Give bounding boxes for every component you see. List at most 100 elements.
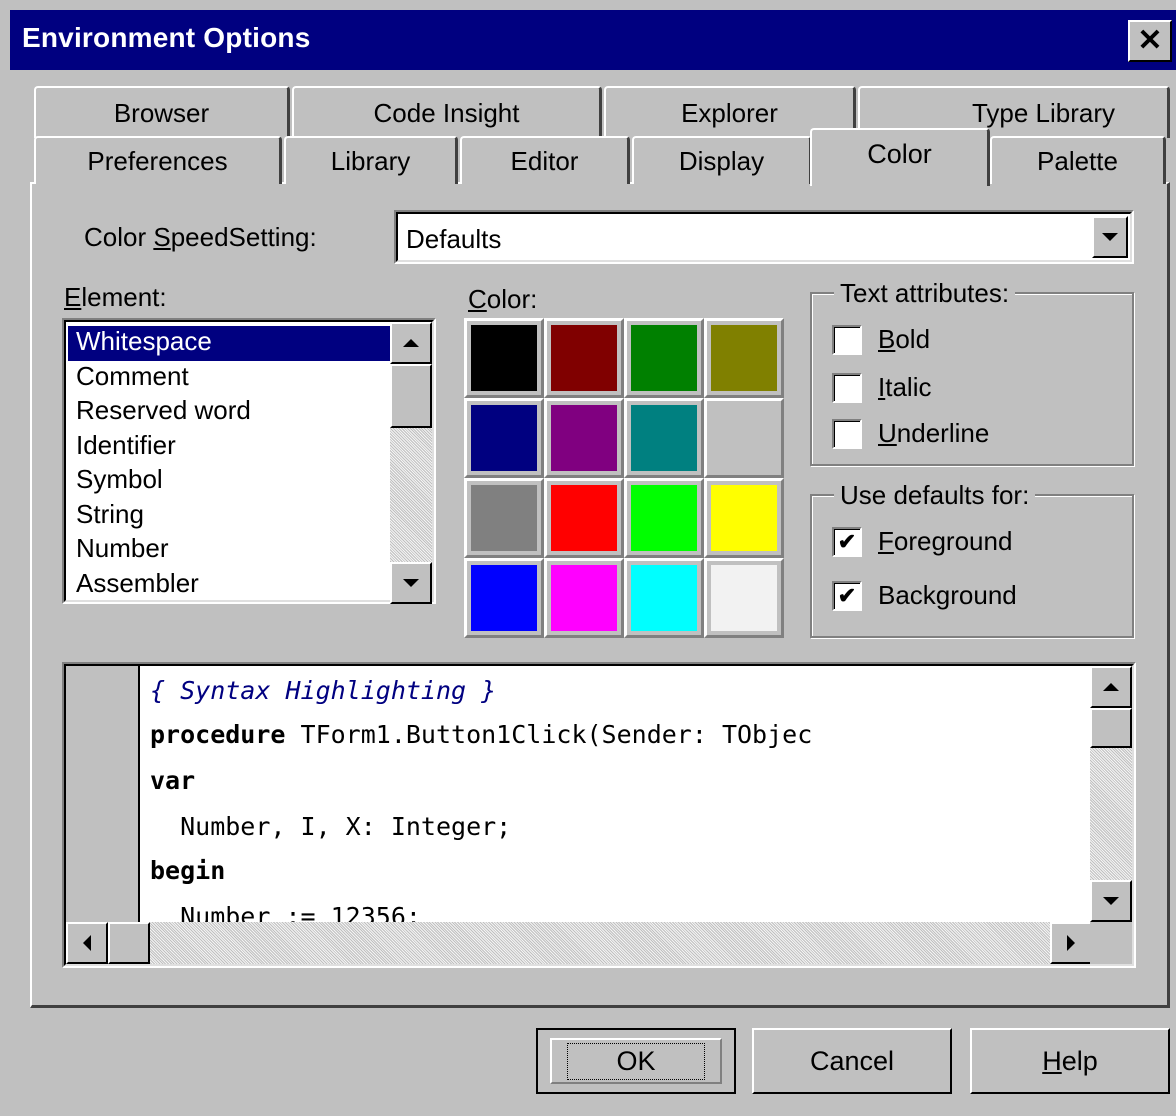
foreground-checkbox[interactable]: ✔ Foreground [832, 526, 1012, 557]
color-swatch[interactable] [624, 478, 704, 558]
speed-setting-value: Defaults [406, 224, 502, 254]
color-swatch[interactable] [704, 398, 784, 478]
background-checkbox[interactable]: ✔ Background [832, 580, 1017, 611]
element-listbox[interactable]: Whitespace Comment Reserved word Identif… [62, 318, 436, 604]
checkbox-box[interactable] [832, 418, 862, 449]
tab-palette[interactable]: Palette [990, 136, 1166, 184]
scroll-thumb[interactable] [1090, 708, 1132, 748]
checkbox-box[interactable] [832, 372, 862, 403]
arrow-right-icon [1067, 935, 1075, 951]
scroll-thumb[interactable] [108, 922, 150, 964]
tab-browser[interactable]: Browser [34, 86, 290, 138]
close-button[interactable]: ✕ [1128, 20, 1172, 62]
arrow-down-icon [403, 579, 419, 587]
swatch-fill [551, 565, 617, 631]
title-bar[interactable]: Environment Options ✕ [0, 0, 1176, 80]
checkbox-box[interactable]: ✔ [832, 526, 862, 557]
tab-color[interactable]: Color [810, 128, 990, 186]
list-item[interactable]: Symbol [68, 464, 390, 499]
dropdown-button[interactable] [1092, 216, 1128, 258]
color-swatch[interactable] [544, 398, 624, 478]
ok-button-face: OK [550, 1038, 722, 1084]
code-preview[interactable]: { Syntax Highlighting } procedure TForm1… [62, 662, 1136, 968]
bold-label: Bold [878, 324, 930, 355]
checkmark-icon: ✔ [837, 528, 857, 554]
list-item[interactable]: String [68, 499, 390, 534]
color-swatch[interactable] [464, 318, 544, 398]
mnemonic: U [878, 418, 897, 448]
checkbox-box[interactable] [832, 324, 862, 355]
color-swatch[interactable] [464, 558, 544, 638]
label-part: nderline [896, 418, 990, 448]
scroll-left-button[interactable] [66, 922, 108, 964]
scroll-down-button[interactable] [1090, 880, 1132, 922]
color-swatch[interactable] [624, 398, 704, 478]
swatch-fill [551, 485, 617, 551]
list-item[interactable]: Comment [68, 361, 390, 396]
color-swatch[interactable] [704, 318, 784, 398]
color-swatch[interactable] [544, 558, 624, 638]
underline-checkbox[interactable]: Underline [832, 418, 989, 449]
list-item[interactable]: Identifier [68, 430, 390, 465]
code-text: TForm1.Button1Click(Sender: TObjec [285, 720, 813, 749]
preview-hscrollbar[interactable] [66, 922, 1092, 964]
swatch-fill [711, 405, 777, 471]
color-swatch[interactable] [464, 478, 544, 558]
color-swatch[interactable] [544, 478, 624, 558]
checkbox-box[interactable]: ✔ [832, 580, 862, 611]
scroll-up-button[interactable] [390, 322, 432, 364]
list-item[interactable]: Assembler [68, 568, 390, 603]
mnemonic: H [1042, 1045, 1062, 1076]
list-item-selected[interactable]: Whitespace [68, 326, 390, 361]
tab-display[interactable]: Display [632, 136, 812, 184]
tab-label: Library [330, 145, 411, 176]
color-swatch[interactable] [544, 318, 624, 398]
swatch-fill [711, 485, 777, 551]
tab-label: Type Library [971, 97, 1116, 128]
scroll-up-button[interactable] [1090, 666, 1132, 708]
text-attributes-legend: Text attributes: [834, 278, 1016, 309]
swatch-fill [631, 565, 697, 631]
cancel-button[interactable]: Cancel [752, 1028, 952, 1094]
help-button[interactable]: Help [970, 1028, 1170, 1094]
ok-button[interactable]: OK [536, 1028, 736, 1094]
tab-label: Preferences [87, 145, 228, 176]
tab-preferences[interactable]: Preferences [34, 136, 282, 184]
element-scrollbar[interactable] [390, 322, 432, 604]
element-label: Element: [64, 282, 167, 313]
tab-label: Code Insight [373, 97, 520, 128]
list-item[interactable]: Number [68, 533, 390, 568]
swatch-fill [711, 565, 777, 631]
swatch-fill [551, 325, 617, 391]
scroll-right-button[interactable] [1050, 922, 1092, 964]
speed-setting-label: Color SpeedSetting: [84, 222, 317, 253]
swatch-fill [631, 405, 697, 471]
close-icon: ✕ [1137, 24, 1163, 57]
tab-library[interactable]: Library [284, 136, 458, 184]
checkmark-icon: ✔ [837, 582, 857, 608]
list-item[interactable]: Reserved word [68, 395, 390, 430]
keyword: procedure [150, 720, 286, 749]
color-swatch[interactable] [704, 558, 784, 638]
code-comment: { Syntax Highlighting } [150, 676, 497, 705]
color-swatch[interactable] [624, 318, 704, 398]
swatch-fill [631, 485, 697, 551]
speed-setting-select[interactable]: Defaults [394, 210, 1134, 264]
code-line-2: procedure TForm1.Button1Click(Sender: TO… [150, 720, 812, 749]
mnemonic: F [878, 526, 894, 556]
tab-editor[interactable]: Editor [460, 136, 630, 184]
ok-label: OK [616, 1045, 656, 1076]
preview-vscrollbar[interactable] [1090, 666, 1132, 922]
tab-code-insight[interactable]: Code Insight [292, 86, 602, 138]
color-swatch[interactable] [624, 558, 704, 638]
color-swatch[interactable] [704, 478, 784, 558]
italic-checkbox[interactable]: Italic [832, 372, 931, 403]
scroll-down-button[interactable] [390, 562, 432, 604]
code-line-4: Number, I, X: Integer; [150, 812, 512, 841]
bold-checkbox[interactable]: Bold [832, 324, 930, 355]
label-part: talic [885, 372, 932, 402]
help-label: Help [1042, 1046, 1098, 1077]
scroll-corner [1090, 922, 1132, 964]
color-swatch[interactable] [464, 398, 544, 478]
scroll-thumb[interactable] [390, 364, 432, 428]
